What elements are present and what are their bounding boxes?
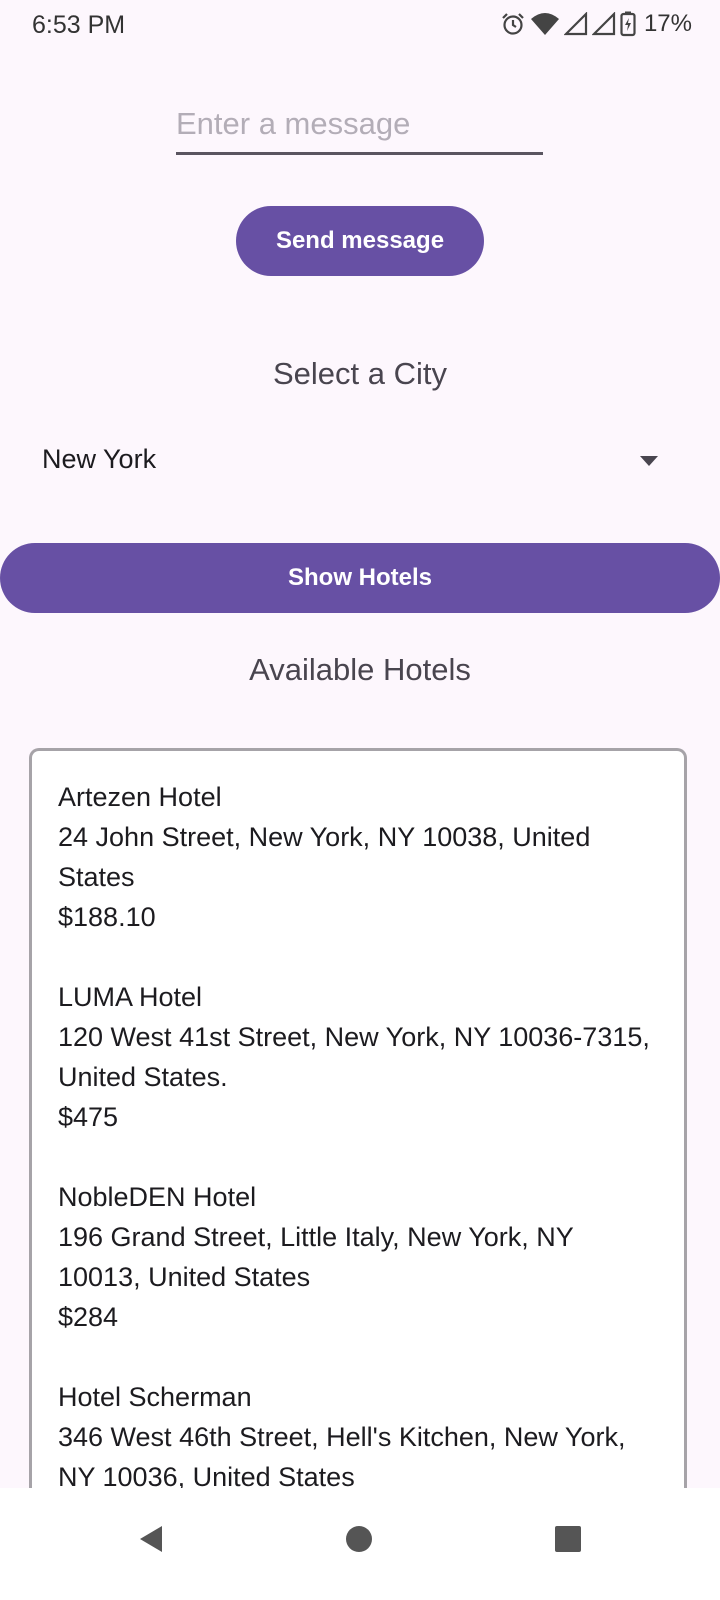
wifi-icon <box>530 11 560 37</box>
status-icons: 17% <box>500 10 692 38</box>
status-bar: 6:53 PM 17% <box>0 0 720 52</box>
hotel-item: NobleDEN Hotel 196 Grand Street, Little … <box>58 1177 658 1337</box>
send-message-button[interactable]: Send message <box>236 206 484 276</box>
hotel-price: $188.10 <box>58 902 156 932</box>
hotel-item: Hotel Scherman 346 West 46th Street, Hel… <box>58 1377 658 1488</box>
message-input[interactable] <box>176 96 543 155</box>
status-time: 6:53 PM <box>32 11 126 39</box>
hotel-price: $475 <box>58 1102 119 1132</box>
hotel-address: 120 West 41st Street, New York, NY 10036… <box>58 1022 650 1092</box>
recents-icon[interactable] <box>553 1524 583 1559</box>
show-hotels-button[interactable]: Show Hotels <box>0 543 720 613</box>
battery-percentage: 17% <box>643 10 692 37</box>
hotel-price: $284 <box>58 1302 119 1332</box>
dropdown-arrow-icon <box>640 456 658 466</box>
navigation-bar <box>0 1488 720 1600</box>
hotel-address: 346 West 46th Street, Hell's Kitchen, Ne… <box>58 1422 626 1488</box>
city-dropdown[interactable]: New York <box>0 432 720 492</box>
back-icon[interactable] <box>136 1524 166 1559</box>
hotel-item: LUMA Hotel 120 West 41st Street, New Yor… <box>58 977 658 1137</box>
hotel-name: Hotel Scherman <box>58 1382 252 1412</box>
signal-icon <box>563 12 588 36</box>
alarm-icon <box>500 11 526 37</box>
hotel-name: Artezen Hotel <box>58 782 222 812</box>
hotel-address: 24 John Street, New York, NY 10038, Unit… <box>58 822 591 892</box>
available-hotels-title: Available Hotels <box>249 652 471 687</box>
hotel-address: 196 Grand Street, Little Italy, New York… <box>58 1222 574 1292</box>
home-icon[interactable] <box>344 1524 374 1559</box>
city-dropdown-value: New York <box>42 444 157 474</box>
hotel-name: NobleDEN Hotel <box>58 1182 257 1212</box>
battery-charging-icon <box>620 11 636 37</box>
hotel-list-box[interactable]: Artezen Hotel 24 John Street, New York, … <box>29 748 687 1488</box>
signal-icon <box>591 12 616 36</box>
hotel-name: LUMA Hotel <box>58 982 203 1012</box>
select-city-title: Select a City <box>272 356 447 391</box>
hotel-list: Artezen Hotel 24 John Street, New York, … <box>32 751 684 1488</box>
hotel-item: Artezen Hotel 24 John Street, New York, … <box>58 777 658 937</box>
